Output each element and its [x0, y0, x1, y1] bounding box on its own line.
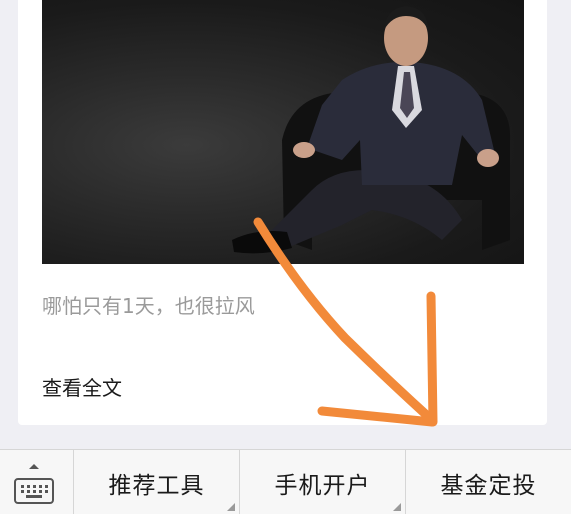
article-card[interactable]: 哪怕只有1天，也很拉风 查看全文: [18, 0, 547, 425]
article-cover-image[interactable]: [42, 0, 524, 264]
keyboard-toggle-button[interactable]: [0, 450, 74, 514]
submenu-indicator-icon: [393, 503, 401, 511]
menu-label: 基金定投: [440, 472, 537, 499]
menu-mobile-account-opening[interactable]: 手机开户: [240, 450, 406, 514]
menu-label: 推荐工具: [108, 472, 205, 499]
menu-recommended-tools[interactable]: 推荐工具: [74, 450, 240, 514]
menu-fund-investment[interactable]: 基金定投: [406, 450, 571, 514]
menu-label: 手机开户: [274, 472, 371, 499]
chat-screen: 哪怕只有1天，也很拉风 查看全文 推荐工具 手机开户 基金定投: [0, 0, 571, 514]
submenu-indicator-icon: [227, 503, 235, 511]
keyboard-icon: [14, 478, 54, 504]
article-subtitle: 哪怕只有1天，也很拉风: [42, 294, 255, 318]
read-more-link[interactable]: 查看全文: [42, 372, 122, 401]
chevron-up-icon: [29, 464, 39, 469]
bottom-menu-bar: 推荐工具 手机开户 基金定投: [0, 449, 571, 514]
